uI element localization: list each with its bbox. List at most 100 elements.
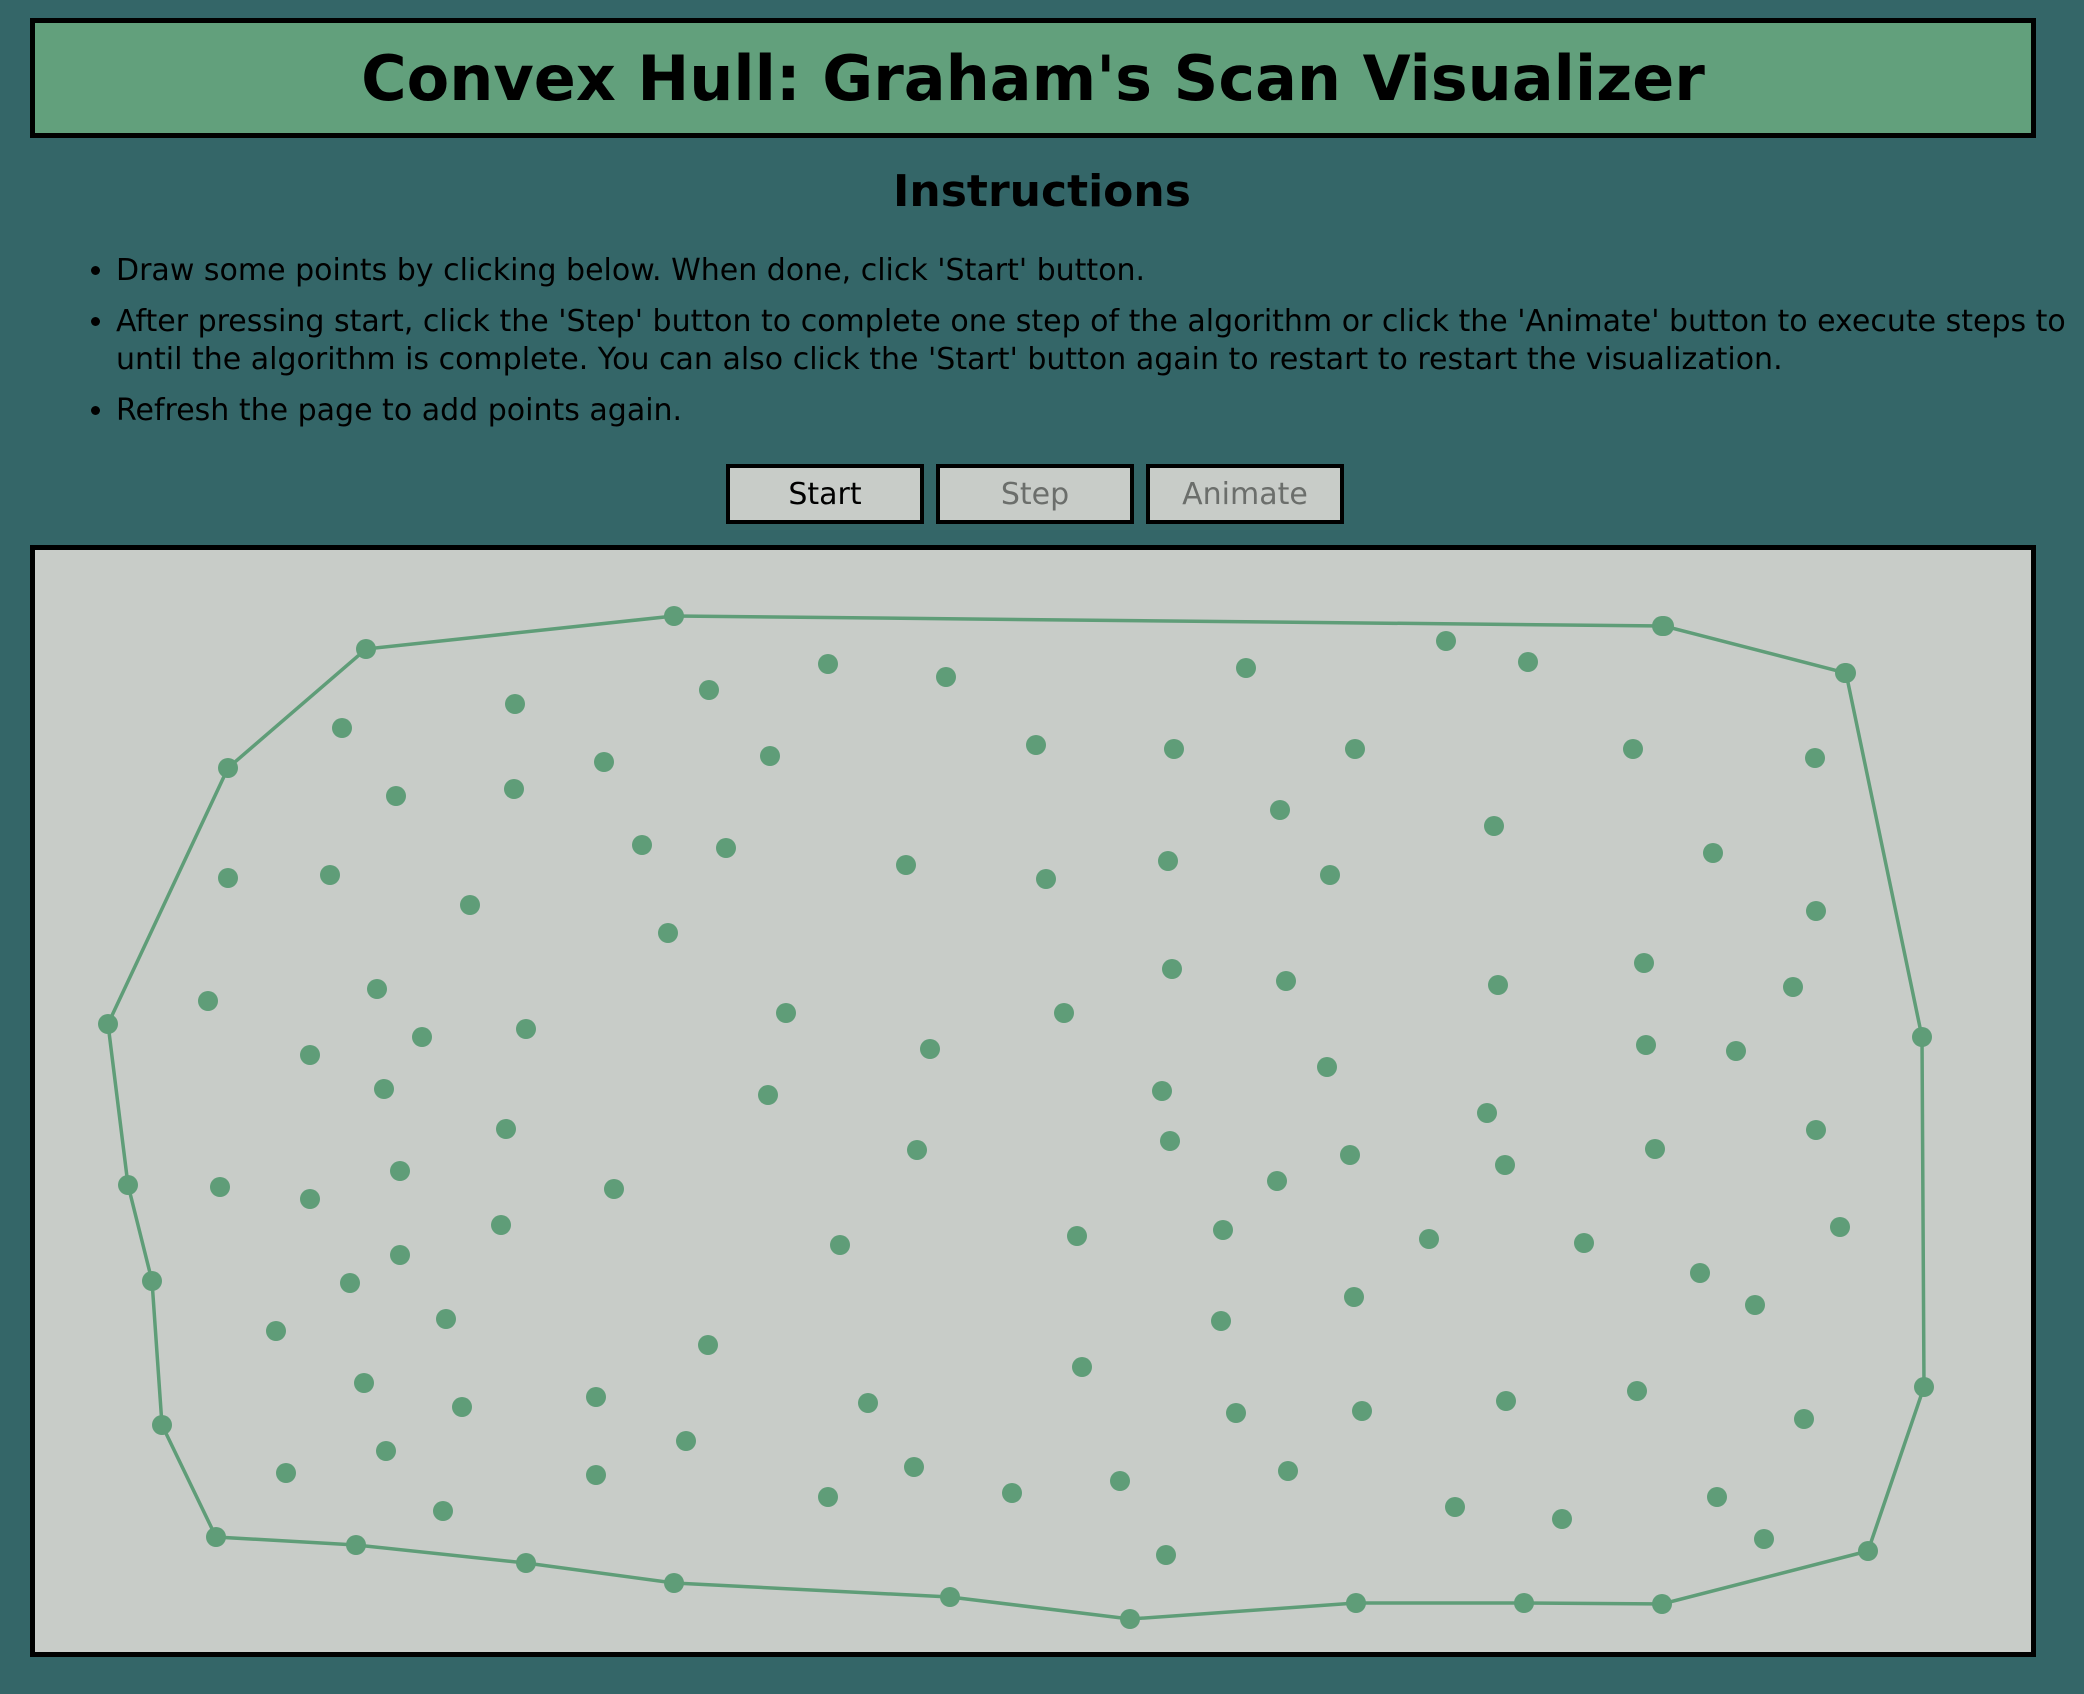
point: [586, 1465, 606, 1485]
point: [632, 835, 652, 855]
instructions-list: Draw some points by clicking below. When…: [82, 252, 2066, 443]
point: [896, 855, 916, 875]
point: [1236, 658, 1256, 678]
point: [858, 1393, 878, 1413]
point: [390, 1161, 410, 1181]
point: [516, 1553, 536, 1573]
point: [1054, 1003, 1074, 1023]
point: [1623, 739, 1643, 759]
animate-button[interactable]: Animate: [1146, 464, 1344, 524]
point: [412, 1027, 432, 1047]
point: [1419, 1229, 1439, 1249]
point: [1914, 1377, 1934, 1397]
point: [1794, 1409, 1814, 1429]
point: [1495, 1155, 1515, 1175]
point: [152, 1415, 172, 1435]
point: [1830, 1217, 1850, 1237]
instruction-item: After pressing start, click the 'Step' b…: [116, 303, 2066, 379]
point: [1160, 1131, 1180, 1151]
point: [1072, 1357, 1092, 1377]
point: [1836, 663, 1856, 683]
point: [1574, 1233, 1594, 1253]
point: [1067, 1226, 1087, 1246]
point: [386, 786, 406, 806]
point: [1627, 1381, 1647, 1401]
point: [1806, 901, 1826, 921]
point: [1912, 1027, 1932, 1047]
point: [1636, 1035, 1656, 1055]
point: [1754, 1529, 1774, 1549]
point: [1477, 1103, 1497, 1123]
point: [1488, 975, 1508, 995]
point: [698, 1335, 718, 1355]
point: [920, 1039, 940, 1059]
point: [300, 1045, 320, 1065]
point: [1352, 1401, 1372, 1421]
point: [1036, 869, 1056, 889]
point: [818, 1487, 838, 1507]
point: [716, 838, 736, 858]
point: [1002, 1483, 1022, 1503]
step-button[interactable]: Step: [936, 464, 1134, 524]
point: [1267, 1171, 1287, 1191]
point: [210, 1177, 230, 1197]
point: [604, 1179, 624, 1199]
point: [218, 758, 238, 778]
point: [276, 1463, 296, 1483]
point: [266, 1321, 286, 1341]
point: [1805, 748, 1825, 768]
point: [1344, 1287, 1364, 1307]
point: [907, 1140, 927, 1160]
point: [940, 1587, 960, 1607]
point: [1164, 739, 1184, 759]
point: [1026, 735, 1046, 755]
point: [936, 667, 956, 687]
point: [346, 1535, 366, 1555]
drawing-canvas[interactable]: [30, 545, 2036, 1657]
instruction-item: Draw some points by clicking below. When…: [116, 252, 2066, 290]
point: [1110, 1471, 1130, 1491]
point: [1707, 1487, 1727, 1507]
point: [218, 868, 238, 888]
point: [1276, 971, 1296, 991]
point: [760, 746, 780, 766]
point: [1152, 1081, 1172, 1101]
point: [1552, 1509, 1572, 1529]
point: [98, 1014, 118, 1034]
point: [433, 1501, 453, 1521]
point: [586, 1387, 606, 1407]
point: [1345, 739, 1365, 759]
start-button[interactable]: Start: [726, 464, 924, 524]
point: [1213, 1220, 1233, 1240]
point: [1745, 1295, 1765, 1315]
point: [340, 1273, 360, 1293]
point: [452, 1397, 472, 1417]
point: [491, 1215, 511, 1235]
point: [1690, 1263, 1710, 1283]
point: [354, 1373, 374, 1393]
instruction-item: Refresh the page to add points again.: [116, 392, 2066, 430]
controls-bar: Start Step Animate: [726, 464, 1344, 524]
point: [118, 1175, 138, 1195]
point: [1806, 1120, 1826, 1140]
point: [594, 752, 614, 772]
point: [516, 1019, 536, 1039]
page-title: Convex Hull: Graham's Scan Visualizer: [361, 41, 1705, 115]
point: [1156, 1545, 1176, 1565]
point: [142, 1271, 162, 1291]
point: [1436, 631, 1456, 651]
point: [1340, 1145, 1360, 1165]
point: [1317, 1057, 1337, 1077]
hull-visualization: [98, 606, 1934, 1629]
page-header: Convex Hull: Graham's Scan Visualizer: [30, 18, 2036, 138]
point: [1346, 1593, 1366, 1613]
point: [436, 1309, 456, 1329]
point: [664, 1573, 684, 1593]
point: [356, 639, 376, 659]
point: [1858, 1541, 1878, 1561]
point: [699, 680, 719, 700]
point: [460, 895, 480, 915]
point: [830, 1235, 850, 1255]
point: [376, 1441, 396, 1461]
point: [658, 923, 678, 943]
